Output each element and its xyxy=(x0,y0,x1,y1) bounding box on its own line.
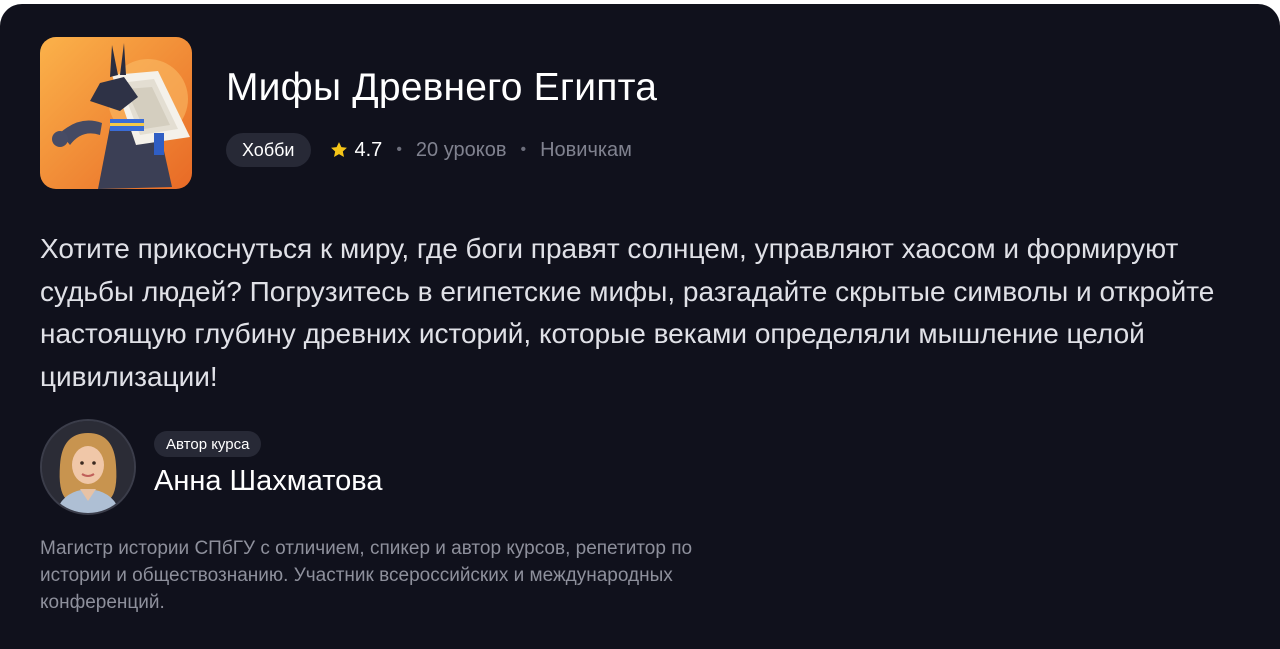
lessons-count: 20 уроков xyxy=(415,138,507,161)
author-label: Автор курса xyxy=(154,431,262,457)
course-card: Мифы Древнего Египта Хобби 4.7 • 20 урок… xyxy=(0,4,1280,649)
separator-dot: • xyxy=(396,141,402,158)
author-name: Анна Шахматова xyxy=(154,465,383,497)
course-description: Хотите прикоснуться к миру, где боги пра… xyxy=(40,233,1215,392)
course-title: Мифы Древнего Египта xyxy=(226,66,658,109)
course-rating: 4.7 xyxy=(354,138,383,161)
course-level: Новичкам xyxy=(540,138,632,161)
course-meta: Хобби 4.7 • 20 уроков • Новичкам xyxy=(226,133,632,167)
star-icon xyxy=(329,140,349,160)
anubis-illustration-icon xyxy=(40,37,192,189)
category-tag[interactable]: Хобби xyxy=(226,133,311,167)
author-bio: Магистр истории СПбГУ с отличием, спикер… xyxy=(40,538,693,613)
course-cover-image xyxy=(40,37,192,189)
separator-dot: • xyxy=(520,141,527,158)
author-avatar xyxy=(40,419,136,515)
